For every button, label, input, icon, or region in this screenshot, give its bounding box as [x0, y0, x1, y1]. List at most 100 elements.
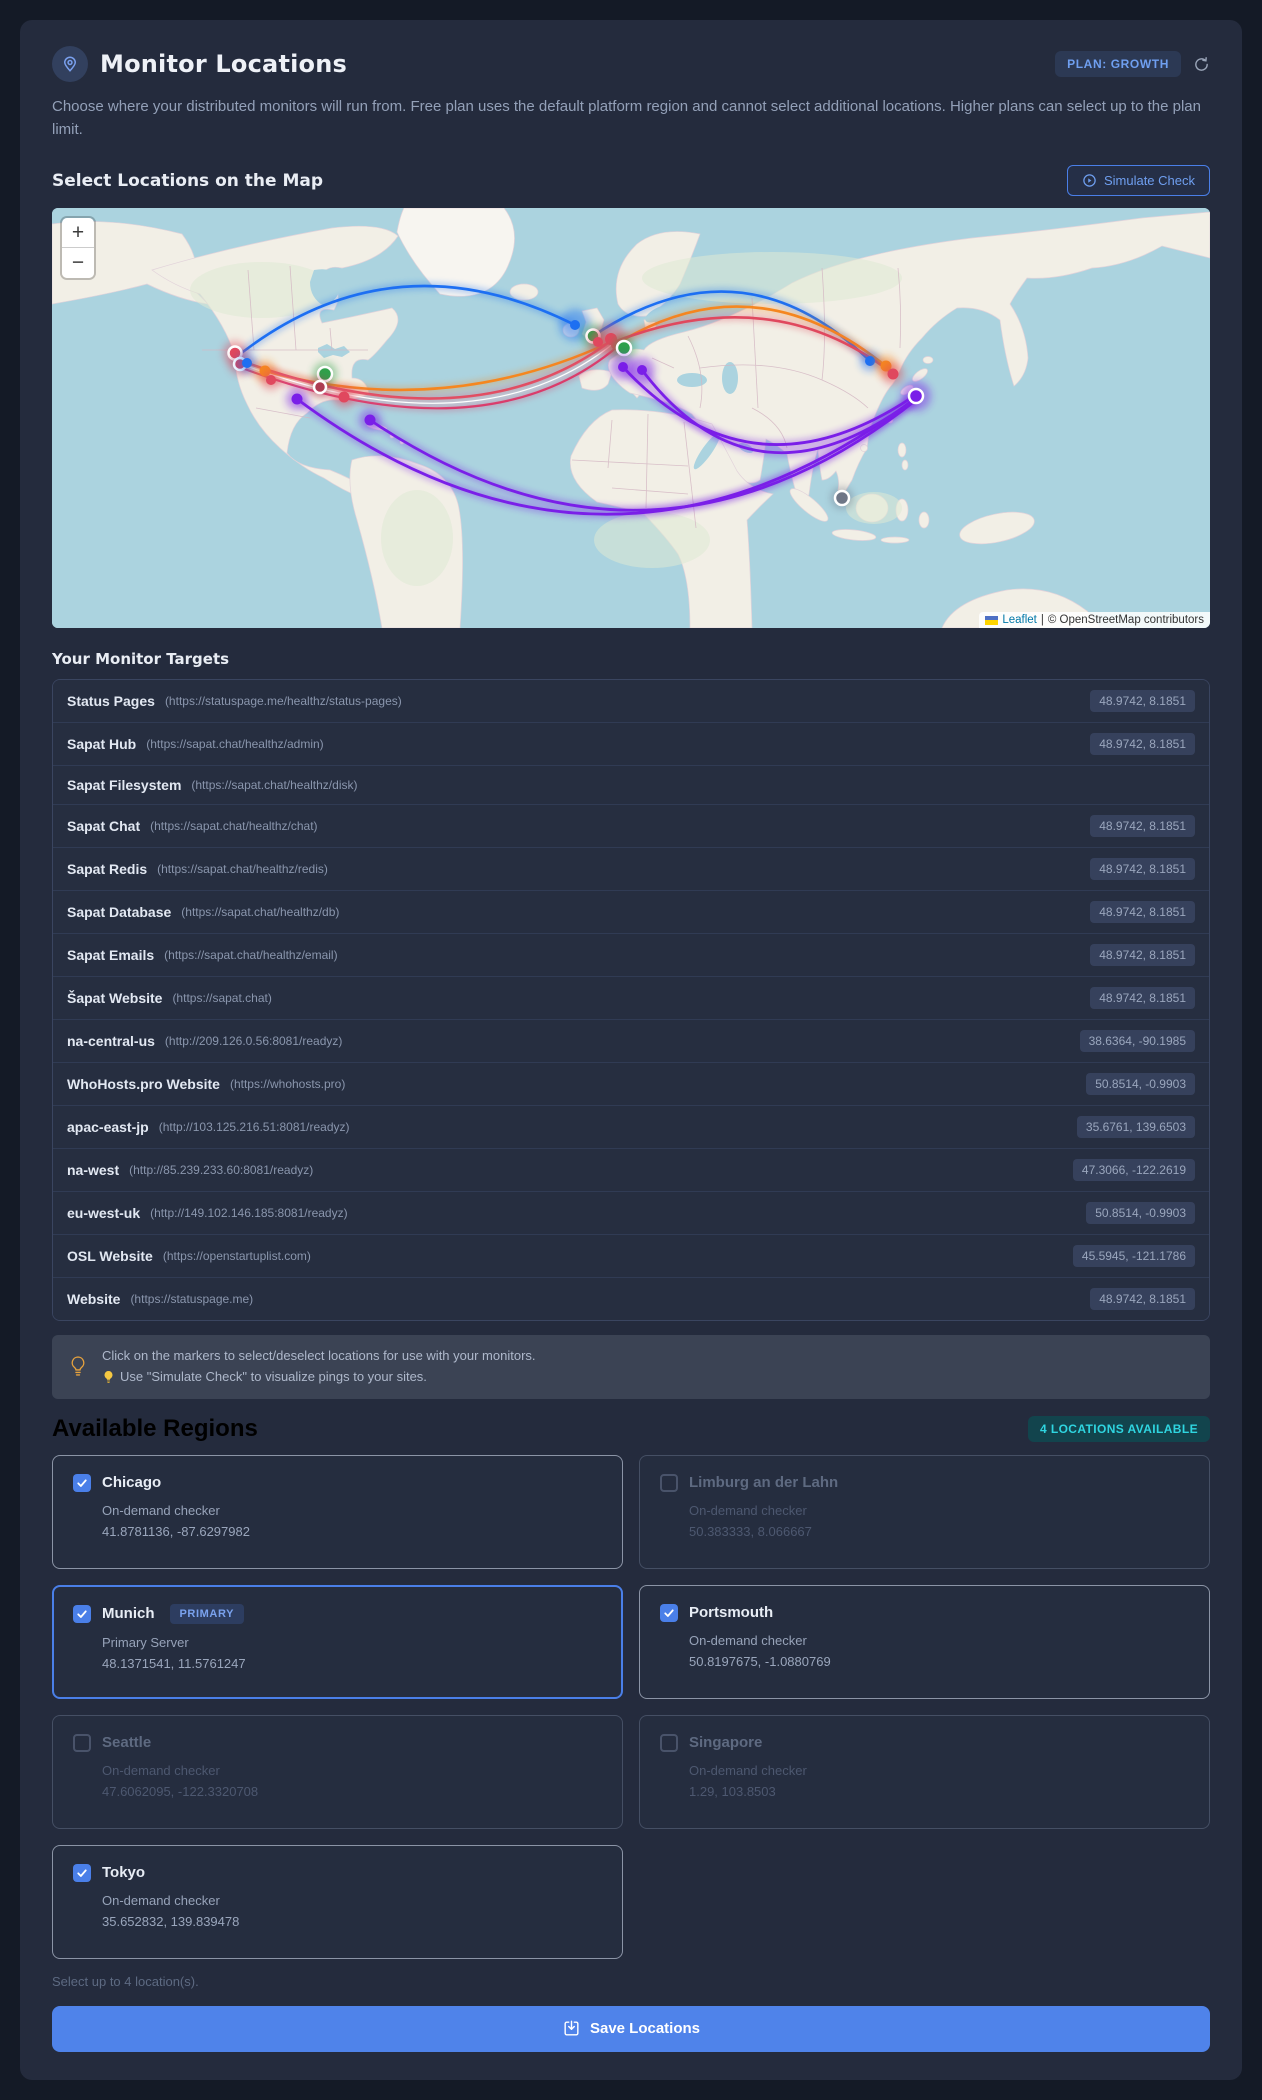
- map-marker-asia-blue[interactable]: [865, 356, 875, 366]
- target-row: eu-west-uk (http://149.102.146.185:8081/…: [53, 1192, 1209, 1235]
- map-marker-singapore-gray-ringed[interactable]: [833, 489, 851, 507]
- region-checkbox[interactable]: [660, 1473, 678, 1492]
- map-marker-asia-red[interactable]: [887, 368, 899, 380]
- region-checkbox[interactable]: [660, 1603, 678, 1622]
- region-checkbox[interactable]: [73, 1604, 91, 1623]
- target-row: Sapat Emails (https://sapat.chat/healthz…: [53, 934, 1209, 977]
- header: Monitor Locations PLAN: GROWTH: [52, 46, 1210, 82]
- target-coordinates-badge: 48.9742, 8.1851: [1090, 901, 1195, 923]
- region-checkbox[interactable]: [73, 1733, 91, 1752]
- region-coordinates: 48.1371541, 11.5761247: [102, 1655, 246, 1671]
- zoom-out-button[interactable]: −: [62, 248, 94, 278]
- region-name: Tokyo: [102, 1864, 146, 1882]
- location-pin-icon: [52, 46, 88, 82]
- target-row: apac-east-jp (http://103.125.216.51:8081…: [53, 1106, 1209, 1149]
- primary-badge: PRIMARY: [169, 1603, 245, 1624]
- target-name: na-west: [67, 1162, 120, 1178]
- map-section-heading: Select Locations on the Map: [52, 170, 324, 191]
- refresh-icon[interactable]: [1193, 56, 1210, 73]
- region-card-seattle[interactable]: Seattle On-demand checker 47.6062095, -1…: [52, 1714, 623, 1829]
- locations-available-badge: 4 LOCATIONS AVAILABLE: [1028, 1415, 1210, 1442]
- region-card-portsmouth[interactable]: Portsmouth On-demand checker 50.8197675,…: [639, 1584, 1210, 1699]
- tip-line-2: Use "Simulate Check" to visualize pings …: [120, 1368, 427, 1384]
- map-marker-eu-purple-2[interactable]: [637, 365, 647, 375]
- region-checkbox[interactable]: [73, 1863, 91, 1882]
- target-coordinates-badge: 48.9742, 8.1851: [1090, 987, 1195, 1009]
- target-row: Sapat Hub (https://sapat.chat/healthz/ad…: [53, 723, 1209, 766]
- region-name: Singapore: [689, 1734, 763, 1752]
- map-attribution: Leaflet | © OpenStreetMap contributors: [979, 612, 1210, 628]
- region-type: Primary Server: [102, 1634, 189, 1650]
- region-type: On-demand checker: [102, 1762, 220, 1778]
- zoom-in-button[interactable]: +: [62, 218, 94, 248]
- target-name: apac-east-jp: [67, 1119, 149, 1135]
- region-name: Limburg an der Lahn: [689, 1474, 839, 1492]
- region-type: On-demand checker: [689, 1762, 807, 1778]
- target-name: na-central-us: [67, 1033, 155, 1049]
- save-locations-button[interactable]: Save Locations: [52, 2005, 1210, 2052]
- target-url: (https://sapat.chat/healthz/db): [181, 905, 340, 919]
- target-row: Sapat Database (https://sapat.chat/healt…: [53, 891, 1209, 934]
- region-type: On-demand checker: [689, 1502, 807, 1518]
- target-name: Status Pages: [67, 693, 155, 709]
- map-marker-us-purple-1[interactable]: [291, 393, 303, 405]
- region-checkbox[interactable]: [660, 1733, 678, 1752]
- tip-box: Click on the markers to select/deselect …: [52, 1335, 1210, 1399]
- map-marker-eu-purple-1[interactable]: [618, 362, 628, 372]
- osm-attribution: © OpenStreetMap contributors: [1047, 614, 1204, 626]
- target-name: OSL Website: [67, 1248, 153, 1264]
- region-card-chicago[interactable]: Chicago On-demand checker 41.8781136, -8…: [52, 1454, 623, 1569]
- page-description: Choose where your distributed monitors w…: [52, 98, 1201, 138]
- targets-heading: Your Monitor Targets: [52, 650, 230, 668]
- region-checkbox[interactable]: [73, 1473, 91, 1492]
- monitor-targets-list: Status Pages (https://statuspage.me/heal…: [52, 679, 1210, 1321]
- checkmark-icon: [664, 1609, 674, 1617]
- monitor-locations-panel: Monitor Locations PLAN: GROWTH Choose wh…: [20, 20, 1242, 2080]
- region-name: Portsmouth: [689, 1604, 774, 1622]
- region-card-limburg-an-der-lahn[interactable]: Limburg an der Lahn On-demand checker 50…: [639, 1454, 1210, 1569]
- target-url: (https://statuspage.me): [130, 1292, 254, 1306]
- map-marker-seattle-blue[interactable]: [242, 358, 252, 368]
- play-circle-icon: [1083, 174, 1096, 187]
- target-url: (https://sapat.chat/healthz/email): [164, 948, 338, 962]
- target-url: (https://sapat.chat): [172, 991, 272, 1005]
- map-marker-us-gulf-red[interactable]: [338, 391, 350, 403]
- region-card-munich[interactable]: Munich PRIMARY Primary Server 48.1371541…: [52, 1584, 623, 1699]
- target-coordinates-badge: 48.9742, 8.1851: [1090, 1288, 1195, 1310]
- checkmark-icon: [77, 1869, 87, 1877]
- target-name: eu-west-uk: [67, 1205, 141, 1221]
- target-url: (https://openstartuplist.com): [162, 1249, 311, 1263]
- region-coordinates: 1.29, 103.8503: [689, 1783, 776, 1799]
- region-type: On-demand checker: [102, 1502, 220, 1518]
- region-card-tokyo[interactable]: Tokyo On-demand checker 35.652832, 139.8…: [52, 1844, 623, 1959]
- map-marker-us-purple-2[interactable]: [364, 414, 376, 426]
- region-card-singapore[interactable]: Singapore On-demand checker 1.29, 103.85…: [639, 1714, 1210, 1829]
- regions-heading: Available Regions: [52, 1414, 258, 1442]
- map-zoom-control: + −: [62, 218, 94, 278]
- world-map[interactable]: + − Leaflet | © OpenStreetMap contributo…: [52, 208, 1210, 628]
- target-url: (http://103.125.216.51:8081/readyz): [158, 1120, 350, 1134]
- tip-line-1: Click on the markers to select/deselect …: [102, 1348, 536, 1363]
- map-marker-uk-blue[interactable]: [570, 320, 580, 330]
- target-row: Sapat Filesystem (https://sapat.chat/hea…: [53, 766, 1209, 805]
- plan-badge: PLAN: GROWTH: [1055, 51, 1181, 77]
- map-marker-chicago-maroon-ringed[interactable]: [312, 379, 328, 395]
- target-url: (http://209.126.0.56:8081/readyz): [164, 1034, 343, 1048]
- target-name: Website: [67, 1291, 121, 1307]
- map-marker-us-red-1[interactable]: [266, 375, 276, 385]
- map-marker-munich-green-ringed[interactable]: [615, 339, 633, 357]
- checkmark-icon: [77, 1479, 87, 1487]
- lightbulb-outline-icon: [71, 1356, 85, 1376]
- target-row: Status Pages (https://statuspage.me/heal…: [53, 680, 1209, 723]
- region-coordinates: 47.6062095, -122.3320708: [102, 1783, 259, 1799]
- simulate-check-button[interactable]: Simulate Check: [1066, 165, 1210, 196]
- region-coordinates: 35.652832, 139.839478: [102, 1913, 240, 1929]
- target-url: (http://85.239.233.60:8081/readyz): [129, 1163, 314, 1177]
- target-row: na-west (http://85.239.233.60:8081/ready…: [53, 1149, 1209, 1192]
- region-name: Chicago: [102, 1474, 162, 1492]
- leaflet-link[interactable]: Leaflet: [1002, 614, 1037, 626]
- map-marker-tokyo-purple-ringed[interactable]: [907, 387, 925, 405]
- target-row: Sapat Redis (https://sapat.chat/healthz/…: [53, 848, 1209, 891]
- target-url: (https://whohosts.pro): [229, 1077, 346, 1091]
- checkmark-icon: [77, 1610, 87, 1618]
